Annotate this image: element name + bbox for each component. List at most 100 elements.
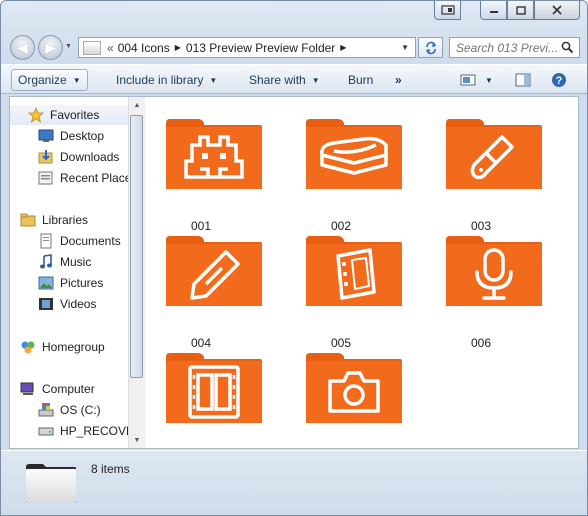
preview-pane-button[interactable] (515, 65, 531, 95)
help-button[interactable]: ? (551, 65, 567, 95)
microphone-icon (446, 236, 542, 306)
nav-desktop[interactable]: Desktop (38, 126, 104, 146)
libraries-icon (20, 212, 36, 228)
folder-thumbnail-icon (26, 464, 76, 502)
nav-os-c[interactable]: OS (C:) (38, 400, 101, 420)
nav-label: Favorites (50, 108, 100, 122)
nav-homegroup[interactable]: Homegroup (20, 337, 105, 357)
file-item[interactable]: 001 (151, 115, 262, 233)
nav-libraries[interactable]: Libraries (20, 210, 88, 230)
close-button[interactable] (534, 1, 580, 20)
chevron-down-icon: ▼ (72, 75, 81, 85)
organize-button[interactable]: Organize ▼ (11, 69, 88, 91)
arrow-right-icon: ▶ (45, 39, 56, 55)
nav-documents[interactable]: Documents (38, 231, 121, 251)
search-box[interactable] (449, 37, 580, 58)
breadcrumb-item[interactable]: 013 Preview Preview Folder (186, 41, 335, 55)
camera-icon (306, 353, 402, 423)
file-item[interactable]: 003 (431, 115, 542, 233)
minimize-button[interactable] (480, 1, 507, 20)
change-view-button[interactable]: ▼ (460, 65, 493, 95)
chevron-down-icon: ▼ (485, 75, 493, 85)
breadcrumb-separator-icon[interactable]: ▶ (175, 43, 181, 52)
folder-icon (83, 40, 101, 55)
nav-pane-scrollbar[interactable]: ▲ ▼ (128, 97, 145, 448)
file-item[interactable]: 002 (291, 115, 402, 233)
scroll-up-icon[interactable]: ▲ (129, 97, 145, 113)
recent-places-icon (38, 170, 54, 186)
breadcrumb-item[interactable]: 004 Icons (118, 41, 170, 55)
nav-label: Computer (42, 382, 95, 396)
refresh-button[interactable] (418, 37, 443, 58)
chevron-down-icon: ▼ (209, 75, 218, 85)
film-icon (166, 353, 262, 423)
address-dropdown-icon[interactable]: ▼ (401, 43, 409, 52)
music-icon (38, 254, 54, 270)
file-item[interactable]: 005 (291, 232, 402, 350)
paint-brush-icon (446, 119, 542, 189)
scroll-down-icon[interactable]: ▼ (129, 432, 145, 448)
burn-label: Burn (348, 73, 374, 87)
more-label: » (395, 73, 402, 87)
back-button[interactable]: ◀ (10, 35, 35, 60)
chevron-down-icon: ▼ (311, 75, 320, 85)
preview-pane-icon (515, 73, 531, 87)
file-list: 001 002 003 004 005 006 (146, 97, 578, 467)
nav-label: OS (C:) (60, 403, 101, 417)
nav-recent-places[interactable]: Recent Place (38, 168, 128, 188)
more-commands-button[interactable]: » (395, 65, 402, 95)
file-item[interactable]: 006 (431, 232, 542, 350)
scrollbar-thumb[interactable] (130, 115, 143, 378)
refresh-icon (425, 41, 436, 54)
arrow-left-icon: ◀ (17, 39, 28, 55)
nav-label: Recent Place (60, 171, 128, 185)
file-label: 003 (470, 219, 492, 233)
nav-label: Music (60, 255, 92, 269)
snap-icon[interactable] (434, 1, 461, 20)
nav-music[interactable]: Music (38, 252, 91, 272)
nav-label: Desktop (60, 129, 105, 143)
nav-downloads[interactable]: Downloads (38, 147, 119, 167)
help-icon: ? (552, 73, 566, 87)
share-with-label: Share with (249, 73, 306, 87)
homegroup-icon (20, 339, 36, 355)
nav-label: Libraries (42, 213, 89, 227)
documents-icon (38, 233, 54, 249)
share-with-button[interactable]: Share with ▼ (249, 65, 320, 95)
nav-label: Pictures (60, 276, 104, 290)
maximize-button[interactable] (507, 1, 534, 20)
breadcrumb-separator-icon[interactable]: ▶ (340, 43, 346, 52)
include-in-library-button[interactable]: Include in library ▼ (116, 65, 217, 95)
include-library-label: Include in library (116, 73, 204, 87)
pencil-icon (166, 236, 262, 306)
drive-icon (38, 423, 54, 439)
nav-hp-recovery[interactable]: HP_RECOVER (38, 421, 128, 441)
computer-icon (20, 381, 36, 397)
nav-computer[interactable]: Computer (20, 379, 95, 399)
details-pane: 8 items (1, 450, 587, 515)
title-bar (1, 1, 587, 31)
organize-label: Organize (18, 73, 67, 87)
search-input[interactable] (456, 40, 560, 55)
address-bar[interactable]: « 004 Icons ▶ 013 Preview Preview Folder… (78, 37, 416, 58)
recent-pages-chevron-icon[interactable]: ▼ (65, 43, 72, 50)
nav-videos[interactable]: Videos (38, 294, 96, 314)
burn-button[interactable]: Burn (348, 65, 373, 95)
nav-favorites[interactable]: Favorites (10, 105, 128, 125)
file-item[interactable]: 004 (151, 232, 262, 350)
search-icon[interactable] (561, 41, 574, 54)
forward-button[interactable]: ▶ (38, 35, 63, 60)
command-bar: Organize ▼ Include in library ▼ Share with… (1, 64, 587, 94)
view-icon (460, 74, 476, 86)
file-label: 001 (190, 219, 212, 233)
explorer-window: ◀ ▶ ▼ « 004 Icons ▶ 013 Preview Preview … (0, 0, 588, 516)
nav-label: HP_RECOVER (60, 424, 128, 438)
nav-pictures[interactable]: Pictures (38, 273, 103, 293)
breadcrumb-overflow-icon[interactable]: « (107, 41, 114, 55)
nav-label: Homegroup (42, 340, 105, 354)
nav-label: Documents (60, 234, 121, 248)
hat-icon (306, 119, 402, 189)
nav-label: Downloads (60, 150, 120, 164)
star-icon (28, 107, 44, 123)
downloads-icon (38, 149, 54, 165)
